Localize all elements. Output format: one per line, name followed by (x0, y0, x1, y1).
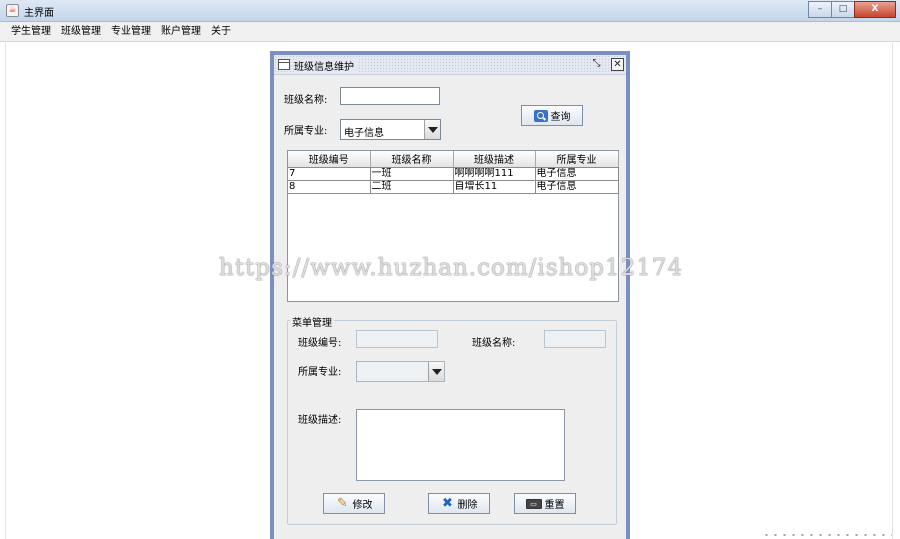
menu-bar: 学生管理 班级管理 专业管理 账户管理 关于 (0, 22, 900, 42)
edit-class-name-label: 班级名称: (472, 338, 516, 349)
close-button[interactable]: X (854, 1, 896, 18)
column-header-class-id[interactable]: 班级编号 (288, 151, 371, 168)
edit-class-name-input[interactable] (544, 330, 606, 348)
pencil-icon: ✎ (337, 495, 348, 511)
query-button[interactable]: 查询 (521, 105, 583, 126)
table-cell: 二班 (370, 180, 454, 194)
keyboard-icon: ▭ (525, 498, 542, 509)
reset-button-label: 重置 (544, 500, 565, 511)
chevron-down-icon[interactable] (428, 362, 444, 381)
delete-button[interactable]: ✖ 删除 (428, 493, 490, 514)
query-button-label: 查询 (550, 112, 571, 123)
delete-x-icon: ✖ (442, 495, 453, 511)
edit-major-label: 所属专业: (298, 367, 342, 378)
menu-major[interactable]: 专业管理 (106, 22, 156, 42)
search-class-name-label: 班级名称: (284, 95, 328, 106)
class-info-dialog: 班级信息维护 ⤡ ✕ 班级名称: 查询 所属专业: 电子信息 班级编号 班级名称… (270, 51, 630, 539)
java-cup-icon: ☕ (6, 4, 19, 17)
search-icon (533, 109, 548, 122)
modify-button[interactable]: ✎ 修改 (323, 493, 385, 514)
dialog-title: 班级信息维护 (294, 58, 358, 73)
menu-student[interactable]: 学生管理 (6, 22, 56, 42)
table-row[interactable]: 8 二班 自增长11 电子信息 (288, 180, 619, 194)
table-cell: 电子信息 (535, 180, 619, 194)
table-cell: 一班 (370, 167, 454, 181)
menu-about[interactable]: 关于 (206, 22, 236, 42)
menu-class[interactable]: 班级管理 (56, 22, 106, 42)
frame-icon (278, 59, 290, 70)
table-cell: 7 (288, 167, 371, 181)
table-cell: 啊啊啊啊111 (453, 167, 536, 181)
column-header-major[interactable]: 所属专业 (535, 151, 619, 168)
maximize-button[interactable]: □ (831, 1, 855, 18)
chevron-down-icon[interactable] (424, 120, 440, 139)
edit-class-id-input[interactable] (356, 330, 438, 348)
edit-desc-textarea[interactable] (356, 409, 565, 481)
minimize-button[interactable]: – (808, 1, 832, 18)
edit-group-title: 菜单管理 (290, 314, 334, 329)
corner-decoration (762, 532, 892, 538)
dialog-titlebar[interactable]: 班级信息维护 ⤡ ✕ (274, 55, 626, 75)
table-cell: 8 (288, 180, 371, 194)
search-major-label: 所属专业: (284, 126, 328, 137)
menu-account[interactable]: 账户管理 (156, 22, 206, 42)
table-row[interactable]: 7 一班 啊啊啊啊111 电子信息 (288, 167, 619, 181)
dialog-close-icon[interactable]: ✕ (611, 58, 624, 71)
reset-button[interactable]: ▭ 重置 (514, 493, 576, 514)
edit-class-id-label: 班级编号: (298, 338, 342, 349)
search-major-value: 电子信息 (344, 128, 384, 139)
edit-group: 菜单管理 班级编号: 班级名称: 所属专业: 班级描述: ✎ 修改 ✖ 删除 ▭… (287, 314, 617, 525)
column-header-class-name[interactable]: 班级名称 (370, 151, 454, 168)
table-header-row: 班级编号 班级名称 班级描述 所属专业 (288, 151, 619, 168)
table-cell: 自增长11 (453, 180, 536, 194)
restore-icon[interactable]: ⤡ (590, 58, 603, 71)
edit-desc-label: 班级描述: (298, 415, 342, 426)
window-title: 主界面 (24, 8, 54, 19)
search-major-combo[interactable]: 电子信息 (340, 119, 441, 140)
delete-button-label: 删除 (457, 500, 478, 511)
window-controls: – □ X (808, 1, 896, 18)
edit-major-combo[interactable] (356, 361, 445, 382)
table-cell: 电子信息 (535, 167, 619, 181)
modify-button-label: 修改 (352, 500, 373, 511)
watermark-text: https://www.huzhan.com/ishop12174 (219, 255, 684, 281)
window-titlebar[interactable]: ☕ 主界面 – □ X (0, 0, 900, 22)
column-header-class-desc[interactable]: 班级描述 (453, 151, 536, 168)
search-class-name-input[interactable] (340, 87, 440, 105)
